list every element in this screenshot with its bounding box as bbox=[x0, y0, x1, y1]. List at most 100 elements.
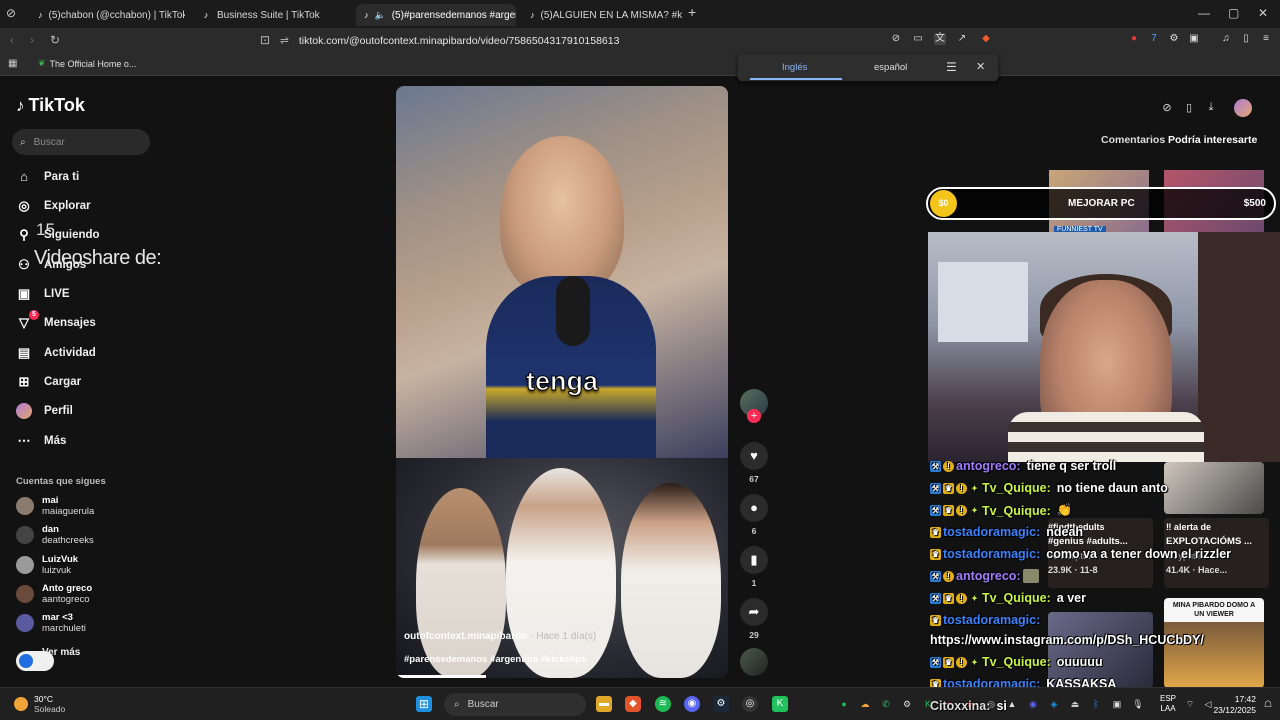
tab-actions-icon[interactable]: ⊘ bbox=[6, 6, 16, 20]
chat-message: ♛ tostadoramagic: bbox=[930, 613, 1040, 627]
extension-record-icon[interactable]: ● bbox=[1128, 33, 1140, 45]
site-info-icon[interactable]: ⇌ bbox=[280, 35, 289, 47]
creator-avatar-button[interactable]: + bbox=[740, 389, 768, 423]
tray-bluetooth-icon[interactable]: ᛒ bbox=[1090, 698, 1102, 710]
nav-perfil[interactable]: Perfil bbox=[16, 403, 73, 419]
media-icon[interactable]: ♫ bbox=[1220, 33, 1232, 45]
music-disc-button[interactable] bbox=[740, 648, 768, 676]
brave-browser-icon[interactable]: ◆ bbox=[625, 696, 641, 712]
chat-text: no tiene daun anto bbox=[1056, 481, 1168, 495]
file-explorer-icon[interactable]: ▬ bbox=[596, 696, 612, 712]
reload-icon[interactable]: ↻ bbox=[50, 33, 60, 47]
new-tab-button[interactable]: + bbox=[688, 4, 696, 20]
menu-icon[interactable]: ≡ bbox=[1260, 33, 1272, 45]
tray-amd-icon[interactable]: ▲ bbox=[1006, 698, 1018, 710]
following-account[interactable]: mai maiaguerula bbox=[16, 495, 94, 517]
extensions-icon[interactable]: ⚙ bbox=[1168, 33, 1180, 45]
maximize-icon[interactable]: ▢ bbox=[1228, 6, 1239, 20]
nav-para-ti[interactable]: ⌂ Para ti bbox=[16, 169, 79, 185]
video-progress-bar[interactable] bbox=[396, 675, 486, 678]
nav-explorar[interactable]: ◎ Explorar bbox=[16, 198, 90, 214]
nav-mas[interactable]: ⋯ Más bbox=[16, 433, 67, 449]
bookmark-item[interactable]: ❦ The Official Home o... bbox=[38, 58, 136, 69]
extension-7tv-icon[interactable]: 7 bbox=[1148, 33, 1160, 45]
account-name: Anto greco bbox=[42, 583, 93, 594]
kick-icon[interactable]: K bbox=[772, 696, 788, 712]
like-button[interactable]: ♥ 67 bbox=[740, 442, 768, 484]
follow-plus-icon[interactable]: + bbox=[747, 409, 761, 423]
video-hashtags[interactable]: #parensedemanos #argentina #kickclips bbox=[404, 654, 586, 665]
search-input[interactable]: ⌕ Buscar bbox=[12, 129, 150, 155]
translate-target-language[interactable]: español bbox=[874, 62, 907, 73]
tray-discord-icon[interactable]: ◉ bbox=[1027, 698, 1039, 710]
back-icon[interactable]: ‹ bbox=[10, 33, 14, 47]
taskbar-search[interactable]: ⌕ Buscar bbox=[444, 693, 586, 716]
browser-tab-3[interactable]: ♪ 🔈 (5)#parensedemanos #argen ✕ bbox=[356, 4, 516, 26]
see-more-link[interactable]: Ver más bbox=[42, 647, 80, 658]
minimize-icon[interactable]: — bbox=[1198, 6, 1210, 20]
following-account[interactable]: Anto greco aantogreco bbox=[16, 583, 92, 605]
wifi-icon[interactable]: ⌔ bbox=[1184, 698, 1196, 710]
chat-message-link[interactable]: https://www.instagram.com/p/DSh_HCUCbDY/ bbox=[930, 633, 1204, 647]
tray-media-icon[interactable]: ⏏ bbox=[1069, 698, 1081, 710]
discord-icon[interactable]: ◉ bbox=[684, 696, 700, 712]
browser-tab-4[interactable]: ♪ (5)ALGUIEN EN LA MISMA? #kickclip bbox=[522, 4, 682, 26]
weather-widget[interactable]: 30°C Soleado bbox=[14, 694, 65, 714]
chat-message: ⚒! antogreco: bbox=[930, 569, 1039, 583]
following-account[interactable]: dan deathcreeks bbox=[16, 524, 94, 546]
browser-tab-1[interactable]: ♪ (5)chabon (@cchabon) | TikTok bbox=[30, 4, 185, 26]
translate-icon[interactable]: 文 bbox=[934, 33, 946, 45]
browser-tab-2[interactable]: ♪ Business Suite | TikTok bbox=[193, 4, 348, 26]
mobile-icon[interactable]: ▯ bbox=[1182, 101, 1196, 115]
sidebar-toggle-icon[interactable]: ▯ bbox=[1240, 33, 1252, 45]
chat-user: tostadoramagic: bbox=[943, 613, 1041, 627]
nav-mensajes[interactable]: ▽ 5 Mensajes bbox=[16, 310, 96, 331]
following-account[interactable]: LuizVuk luizvuk bbox=[16, 554, 78, 576]
tray-spotify-icon[interactable]: ● bbox=[838, 698, 850, 710]
tray-mic-icon[interactable]: 🎙 bbox=[1132, 698, 1144, 710]
tray-capture-icon[interactable]: ▣ bbox=[1111, 698, 1123, 710]
video-author[interactable]: outofcontext.minapibardo · Hace 1 día(s) bbox=[404, 631, 596, 642]
volume-icon[interactable]: ◁ bbox=[1202, 698, 1214, 710]
tray-app-icon[interactable]: ◈ bbox=[1048, 698, 1060, 710]
tray-whatsapp-icon[interactable]: ✆ bbox=[880, 698, 892, 710]
tiktok-logo[interactable]: ♪ TikTok bbox=[16, 95, 85, 116]
chat-badge-icon: ✦ bbox=[971, 593, 978, 603]
tab-comentarios[interactable]: Comentarios bbox=[1101, 134, 1165, 146]
user-avatar[interactable] bbox=[1234, 99, 1252, 117]
input-language[interactable]: ESP LAA bbox=[1160, 694, 1176, 714]
forward-icon[interactable]: › bbox=[30, 33, 34, 47]
system-clock[interactable]: 17:42 23/12/2025 bbox=[1213, 694, 1256, 716]
download-icon[interactable]: ⤓ bbox=[1204, 101, 1218, 115]
reader-mode-icon[interactable]: ⊘ bbox=[890, 33, 902, 45]
wallet-icon[interactable]: ▣ bbox=[1188, 33, 1200, 45]
share-page-icon[interactable]: ↗ bbox=[956, 33, 968, 45]
share-button[interactable]: ➦ 29 bbox=[740, 598, 768, 640]
bookmark-page-icon[interactable]: ⊡ bbox=[260, 33, 270, 47]
video-player[interactable]: tenga outofcontext.minapibardo · Hace 1 … bbox=[396, 86, 728, 678]
audio-icon[interactable]: 🔈 bbox=[375, 10, 386, 21]
steam-icon[interactable]: ⚙ bbox=[713, 696, 729, 712]
translate-options-icon[interactable]: ☰ bbox=[946, 60, 957, 74]
translate-source-language[interactable]: Inglés bbox=[782, 62, 807, 73]
brave-shield-icon[interactable]: ◆ bbox=[980, 33, 992, 45]
spotify-icon[interactable]: ≋ bbox=[655, 696, 671, 712]
tab-podria-interesarte[interactable]: Podría interesarte bbox=[1168, 134, 1257, 146]
save-button[interactable]: ▮ 1 bbox=[740, 546, 768, 588]
tray-cloud-icon[interactable]: ☁ bbox=[859, 698, 871, 710]
obs-icon[interactable]: ◎ bbox=[742, 696, 758, 712]
apps-grid-icon[interactable]: ▦ bbox=[8, 58, 17, 69]
notification-bell-icon[interactable]: ☖ bbox=[1262, 698, 1274, 710]
miniplayer-icon[interactable]: ⊘ bbox=[1160, 101, 1174, 115]
nav-siguiendo[interactable]: ⚲ Siguiendo bbox=[16, 227, 99, 243]
nav-cargar[interactable]: ⊞ Cargar bbox=[16, 374, 82, 390]
cast-icon[interactable]: ▭ bbox=[912, 33, 924, 45]
comment-button[interactable]: ● 6 bbox=[740, 494, 768, 536]
following-account[interactable]: mar <3 marchuleti bbox=[16, 612, 86, 634]
nav-actividad[interactable]: ▤ Actividad bbox=[16, 345, 96, 361]
translate-close-icon[interactable]: ✕ bbox=[976, 60, 985, 73]
tray-steam-icon[interactable]: ⚙ bbox=[901, 698, 913, 710]
windows-start-icon[interactable]: ⊞ bbox=[416, 696, 432, 712]
nav-live[interactable]: ▣ LIVE bbox=[16, 286, 70, 302]
close-window-icon[interactable]: ✕ bbox=[1258, 6, 1268, 20]
